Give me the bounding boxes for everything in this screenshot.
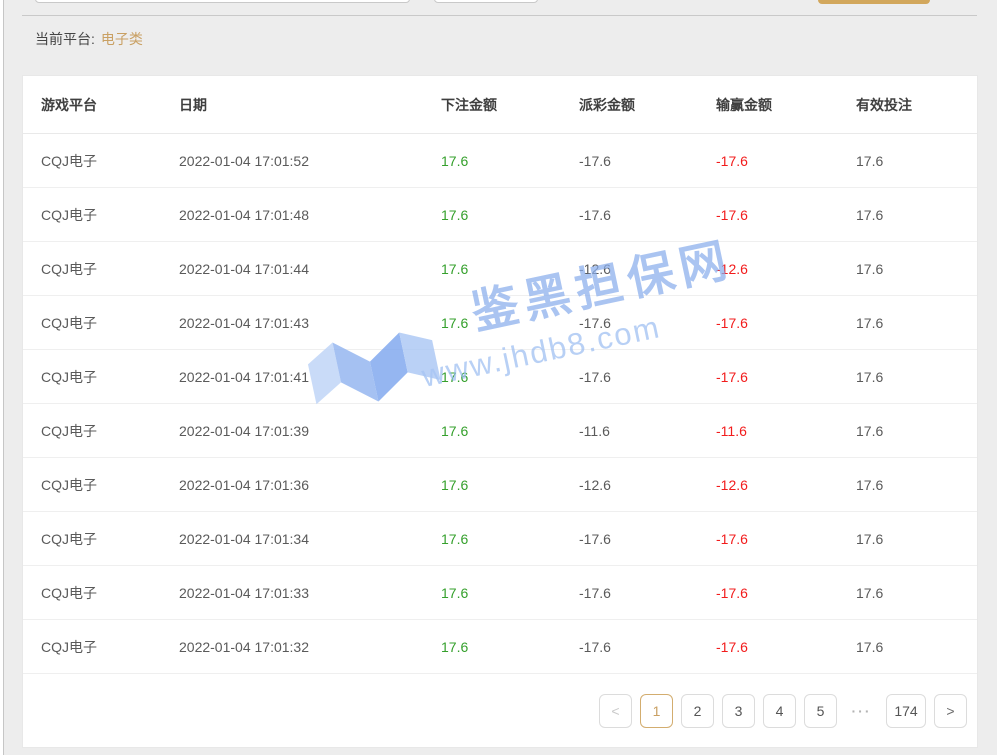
cell-date: 2022-01-04 17:01:39 bbox=[179, 423, 441, 439]
cell-payout-amount: -12.6 bbox=[579, 477, 716, 493]
records-card: 游戏平台日期下注金额派彩金额输赢金额有效投注 CQJ电子2022-01-04 1… bbox=[22, 75, 978, 748]
search-button[interactable] bbox=[818, 0, 930, 4]
cell-date: 2022-01-04 17:01:48 bbox=[179, 207, 441, 223]
cell-platform: CQJ电子 bbox=[41, 475, 179, 495]
cell-platform: CQJ电子 bbox=[41, 313, 179, 333]
cell-valid-bet: 17.6 bbox=[856, 315, 977, 331]
platform-value-link[interactable]: 电子类 bbox=[101, 31, 143, 47]
cell-payout-amount: -17.6 bbox=[579, 315, 716, 331]
cell-valid-bet: 17.6 bbox=[856, 639, 977, 655]
cell-date: 2022-01-04 17:01:34 bbox=[179, 531, 441, 547]
cell-payout-amount: -17.6 bbox=[579, 531, 716, 547]
pagination-next-button[interactable]: > bbox=[934, 694, 967, 728]
cell-winloss-amount: -17.6 bbox=[716, 315, 856, 331]
cell-date: 2022-01-04 17:01:32 bbox=[179, 639, 441, 655]
cell-valid-bet: 17.6 bbox=[856, 369, 977, 385]
cell-winloss-amount: -17.6 bbox=[716, 585, 856, 601]
divider bbox=[22, 15, 977, 16]
pagination-page-3[interactable]: 3 bbox=[722, 694, 755, 728]
table-header: 游戏平台日期下注金额派彩金额输赢金额有效投注 bbox=[23, 76, 977, 134]
pagination-page-174[interactable]: 174 bbox=[886, 694, 926, 728]
cell-bet-amount: 17.6 bbox=[441, 423, 579, 439]
pagination-page-1[interactable]: 1 bbox=[640, 694, 673, 728]
table-row: CQJ电子2022-01-04 17:01:3617.6-12.6-12.617… bbox=[23, 458, 977, 512]
table-row: CQJ电子2022-01-04 17:01:4317.6-17.6-17.617… bbox=[23, 296, 977, 350]
cell-bet-amount: 17.6 bbox=[441, 531, 579, 547]
cell-winloss-amount: -17.6 bbox=[716, 369, 856, 385]
cell-payout-amount: -17.6 bbox=[579, 585, 716, 601]
cell-bet-amount: 17.6 bbox=[441, 153, 579, 169]
filter-input-2[interactable] bbox=[434, 0, 538, 3]
column-header: 派彩金额 bbox=[579, 95, 716, 115]
cell-valid-bet: 17.6 bbox=[856, 477, 977, 493]
table-row: CQJ电子2022-01-04 17:01:5217.6-17.6-17.617… bbox=[23, 134, 977, 188]
table-row: CQJ电子2022-01-04 17:01:4117.6-17.6-17.617… bbox=[23, 350, 977, 404]
cell-platform: CQJ电子 bbox=[41, 205, 179, 225]
cell-date: 2022-01-04 17:01:41 bbox=[179, 369, 441, 385]
table-row: CQJ电子2022-01-04 17:01:3217.6-17.6-17.617… bbox=[23, 620, 977, 674]
cell-valid-bet: 17.6 bbox=[856, 585, 977, 601]
cell-date: 2022-01-04 17:01:36 bbox=[179, 477, 441, 493]
column-header: 输赢金额 bbox=[716, 95, 856, 115]
table-row: CQJ电子2022-01-04 17:01:3917.6-11.6-11.617… bbox=[23, 404, 977, 458]
cell-platform: CQJ电子 bbox=[41, 367, 179, 387]
pagination-page-2[interactable]: 2 bbox=[681, 694, 714, 728]
cell-date: 2022-01-04 17:01:44 bbox=[179, 261, 441, 277]
cell-bet-amount: 17.6 bbox=[441, 261, 579, 277]
cell-platform: CQJ电子 bbox=[41, 151, 179, 171]
table-row: CQJ电子2022-01-04 17:01:4417.6-12.6-12.617… bbox=[23, 242, 977, 296]
cell-payout-amount: -17.6 bbox=[579, 639, 716, 655]
pagination-page-4[interactable]: 4 bbox=[763, 694, 796, 728]
cell-winloss-amount: -17.6 bbox=[716, 639, 856, 655]
pagination-ellipsis[interactable]: ··· bbox=[845, 694, 878, 728]
cell-platform: CQJ电子 bbox=[41, 637, 179, 657]
cell-valid-bet: 17.6 bbox=[856, 531, 977, 547]
cell-winloss-amount: -12.6 bbox=[716, 477, 856, 493]
table-row: CQJ电子2022-01-04 17:01:3317.6-17.6-17.617… bbox=[23, 566, 977, 620]
cell-bet-amount: 17.6 bbox=[441, 315, 579, 331]
cell-valid-bet: 17.6 bbox=[856, 423, 977, 439]
cell-payout-amount: -11.6 bbox=[579, 423, 716, 439]
cell-platform: CQJ电子 bbox=[41, 259, 179, 279]
cell-winloss-amount: -17.6 bbox=[716, 153, 856, 169]
cell-payout-amount: -17.6 bbox=[579, 369, 716, 385]
cell-payout-amount: -17.6 bbox=[579, 153, 716, 169]
table-row: CQJ电子2022-01-04 17:01:3417.6-17.6-17.617… bbox=[23, 512, 977, 566]
cell-winloss-amount: -17.6 bbox=[716, 531, 856, 547]
cell-bet-amount: 17.6 bbox=[441, 639, 579, 655]
cell-winloss-amount: -11.6 bbox=[716, 423, 856, 439]
filter-input-1[interactable] bbox=[35, 0, 410, 3]
page: 当前平台:电子类 游戏平台日期下注金额派彩金额输赢金额有效投注 CQJ电子202… bbox=[0, 0, 997, 755]
pagination-page-5[interactable]: 5 bbox=[804, 694, 837, 728]
cell-date: 2022-01-04 17:01:52 bbox=[179, 153, 441, 169]
cell-payout-amount: -12.6 bbox=[579, 261, 716, 277]
cell-valid-bet: 17.6 bbox=[856, 261, 977, 277]
window-left-edge bbox=[0, 0, 4, 755]
cell-platform: CQJ电子 bbox=[41, 583, 179, 603]
cell-bet-amount: 17.6 bbox=[441, 477, 579, 493]
cell-winloss-amount: -12.6 bbox=[716, 261, 856, 277]
platform-label: 当前平台: bbox=[35, 31, 95, 47]
pagination-prev-button[interactable]: < bbox=[599, 694, 632, 728]
cell-bet-amount: 17.6 bbox=[441, 207, 579, 223]
cell-platform: CQJ电子 bbox=[41, 421, 179, 441]
cell-valid-bet: 17.6 bbox=[856, 153, 977, 169]
cell-payout-amount: -17.6 bbox=[579, 207, 716, 223]
table-body: CQJ电子2022-01-04 17:01:5217.6-17.6-17.617… bbox=[23, 134, 977, 674]
pagination: <12345···174> bbox=[23, 674, 977, 748]
cell-bet-amount: 17.6 bbox=[441, 369, 579, 385]
cell-valid-bet: 17.6 bbox=[856, 207, 977, 223]
cell-winloss-amount: -17.6 bbox=[716, 207, 856, 223]
cell-date: 2022-01-04 17:01:43 bbox=[179, 315, 441, 331]
column-header: 游戏平台 bbox=[41, 95, 179, 115]
table-row: CQJ电子2022-01-04 17:01:4817.6-17.6-17.617… bbox=[23, 188, 977, 242]
cell-date: 2022-01-04 17:01:33 bbox=[179, 585, 441, 601]
cell-bet-amount: 17.6 bbox=[441, 585, 579, 601]
column-header: 有效投注 bbox=[856, 95, 977, 115]
platform-bar: 当前平台: 电子类 bbox=[35, 29, 143, 49]
cell-platform: CQJ电子 bbox=[41, 529, 179, 549]
column-header: 日期 bbox=[179, 95, 441, 115]
column-header: 下注金额 bbox=[441, 95, 579, 115]
